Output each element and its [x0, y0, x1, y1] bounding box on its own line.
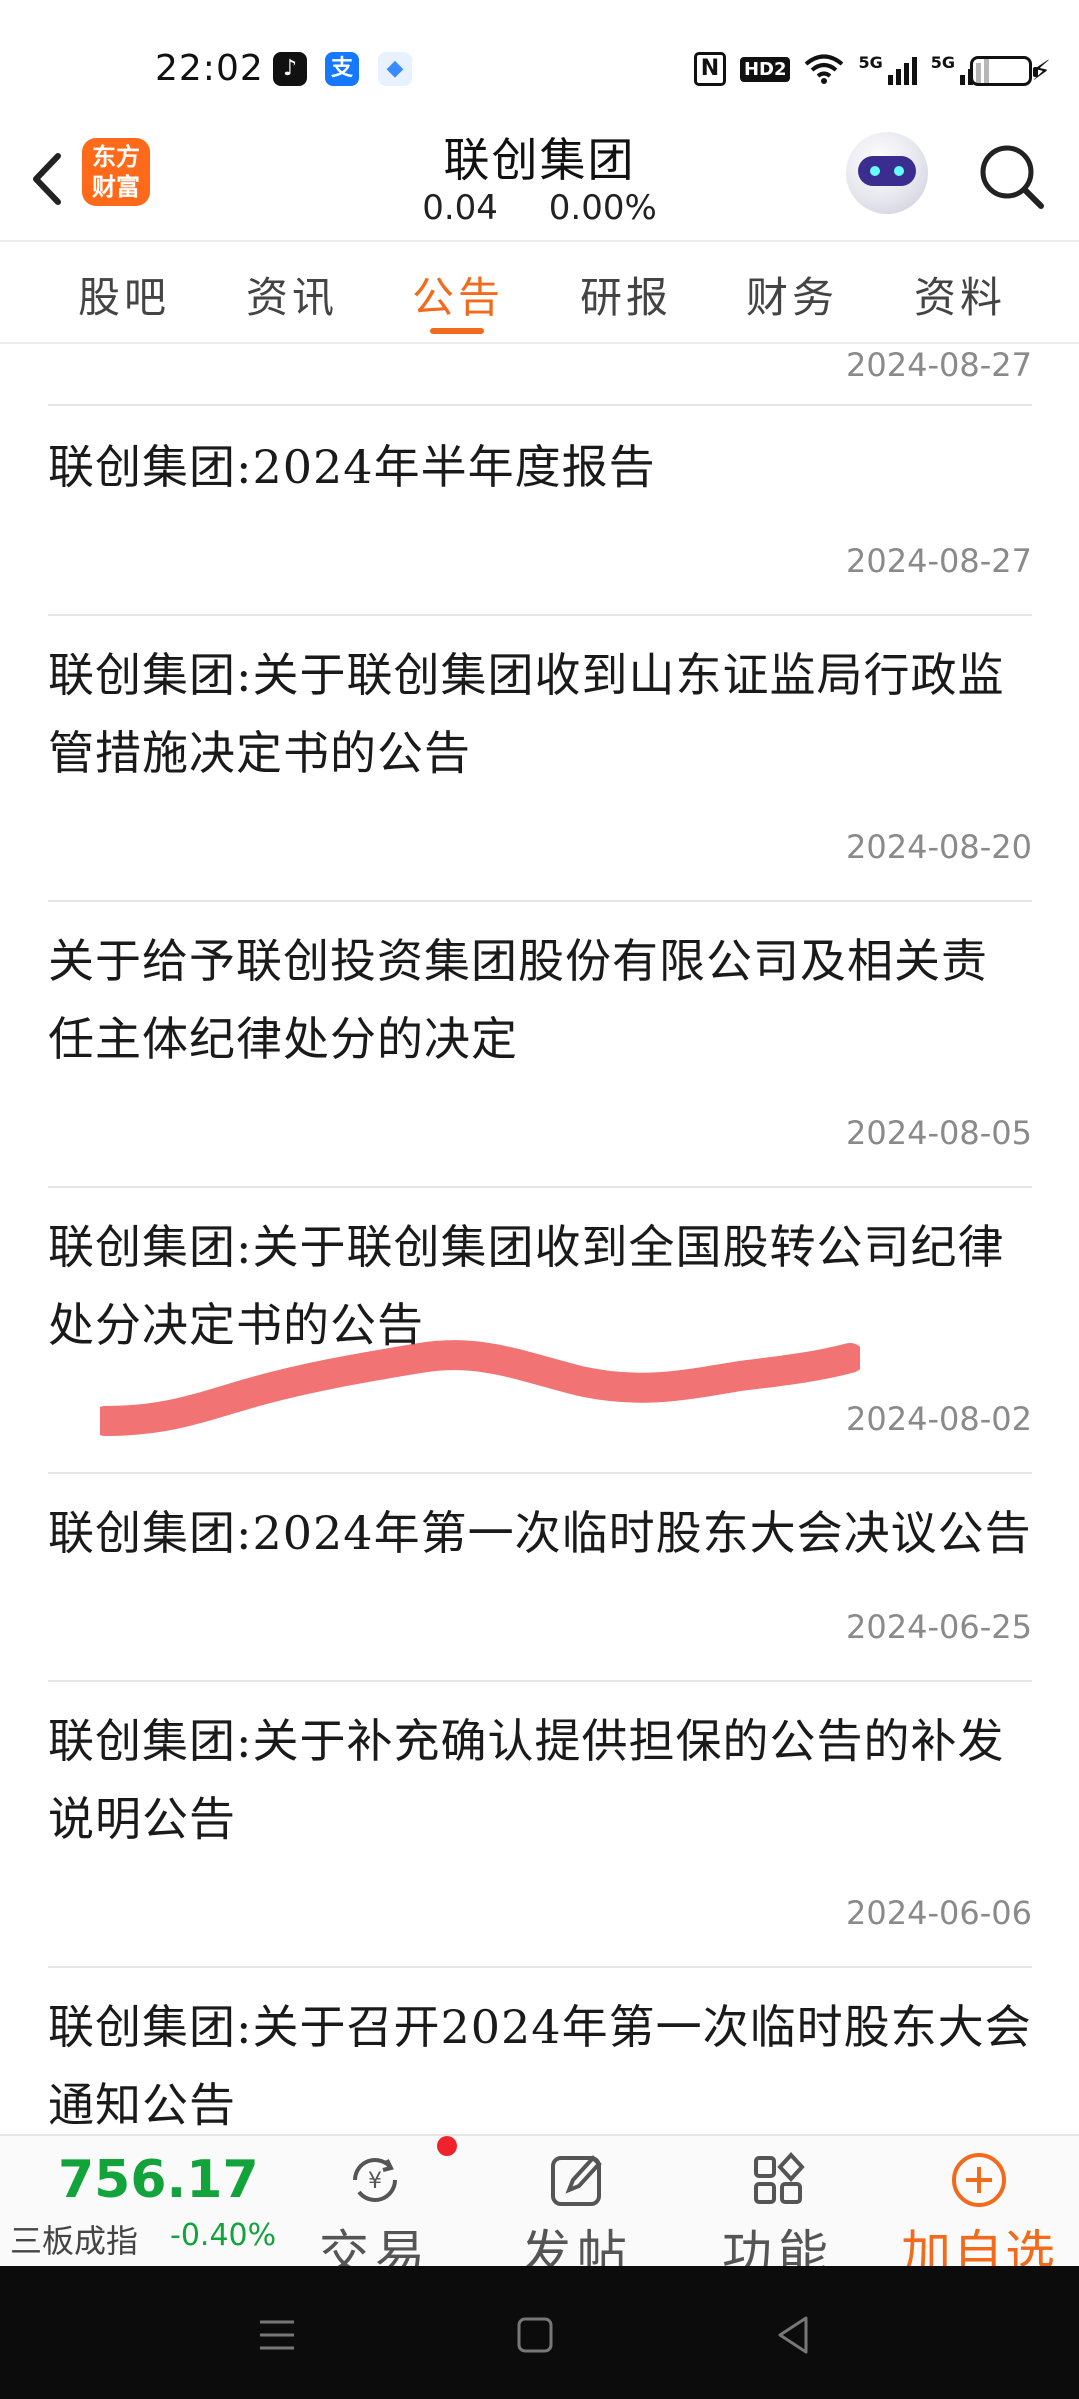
ai-robot-icon[interactable]	[846, 132, 928, 214]
home-icon[interactable]	[510, 2310, 560, 2360]
menu-icon[interactable]	[252, 2310, 302, 2360]
signal-icon-1: 5G	[858, 53, 917, 85]
notification-dot	[437, 2136, 457, 2156]
list-item[interactable]: 联创集团:关于联创集团收到全国股转公司纪律处分决定书的公告 2024-08-02	[48, 1188, 1032, 1474]
item-title: 联创集团:2024年第一次临时股东大会决议公告	[48, 1506, 1032, 1560]
charging-icon: ⚡	[1031, 54, 1051, 87]
status-bar: 22:02 ♪ 支 ◆ N HD2 5G 5G ⚡	[0, 0, 1079, 110]
battery-icon	[970, 56, 1038, 86]
announcement-list: 2024-08-27 联创集团:2024年半年度报告 2024-08-27 联创…	[0, 346, 1079, 2134]
network-label-1: 5G	[858, 53, 883, 72]
bottom-toolbar: 756.17 三板成指 -0.40% ¥ 交易 发帖 功能 加自选	[0, 2134, 1079, 2283]
item-title: 联创集团:关于联创集团收到山东证监局行政监管措施决定书的公告	[48, 648, 1005, 780]
tab-news[interactable]: 资讯	[246, 264, 338, 325]
index-name: 三板成指	[10, 2222, 139, 2260]
trade-button[interactable]: ¥ 交易	[300, 2136, 450, 2283]
item-date: 2024-08-02	[846, 1400, 1032, 1438]
tab-announcements[interactable]: 公告	[412, 264, 504, 325]
list-item[interactable]: 联创集团:关于补充确认提供担保的公告的补发说明公告 2024-06-06	[48, 1682, 1032, 1968]
stock-change: 0.00%	[548, 188, 657, 228]
functions-button[interactable]: 功能	[703, 2136, 853, 2283]
item-date: 2024-08-20	[846, 828, 1032, 866]
post-button[interactable]: 发帖	[502, 2136, 652, 2283]
stock-header: 东方财富 联创集团 0.04 0.00%	[0, 110, 1079, 240]
tab-profile[interactable]: 资料	[914, 264, 1006, 325]
item-title: 联创集团:关于补充确认提供担保的公告的补发说明公告	[48, 1714, 1005, 1846]
svg-text:¥: ¥	[368, 2169, 382, 2194]
tab-guba[interactable]: 股吧	[78, 264, 170, 325]
search-icon[interactable]	[975, 140, 1047, 212]
tab-finance[interactable]: 财务	[746, 264, 838, 325]
item-title: 联创集团:2024年半年度报告	[48, 440, 656, 494]
wifi-icon	[805, 54, 844, 84]
hd-icon: HD2	[739, 56, 791, 82]
active-tab-indicator	[430, 328, 484, 334]
edit-icon	[551, 2155, 602, 2206]
grid-icon	[754, 2152, 805, 2204]
item-date: 2024-08-05	[846, 1114, 1032, 1152]
list-item[interactable]: 联创集团:2024年第一次临时股东大会决议公告 2024-06-25	[48, 1474, 1032, 1682]
item-date: 2024-06-06	[846, 1894, 1032, 1932]
nfc-icon: N	[693, 52, 726, 86]
index-change: -0.40%	[170, 2218, 277, 2253]
back-nav-icon[interactable]	[768, 2310, 818, 2360]
tab-bar: 股吧 资讯 公告 研报 财务 资料	[0, 240, 1079, 344]
app-notification-icon: ◆	[378, 52, 412, 86]
item-date: 2024-06-25	[846, 1608, 1032, 1646]
stock-price: 0.04	[422, 188, 498, 228]
yen-cycle-icon: ¥	[353, 2158, 397, 2202]
item-date: 2024-08-27	[846, 346, 1032, 384]
list-item[interactable]: 2024-08-27	[48, 346, 1032, 406]
status-icons: N HD2 5G 5G	[693, 52, 989, 86]
system-nav-bar	[0, 2266, 1079, 2399]
tiktok-icon: ♪	[273, 52, 307, 86]
item-date: 2024-08-27	[846, 542, 1032, 580]
index-value[interactable]: 756.17	[58, 2150, 259, 2210]
add-watchlist-button[interactable]: 加自选	[901, 2136, 1055, 2283]
item-title: 联创集团:关于联创集团收到全国股转公司纪律处分决定书的公告	[48, 1220, 1005, 1352]
item-title: 关于给予联创投资集团股份有限公司及相关责任主体纪律处分的决定	[48, 934, 988, 1066]
item-title: 联创集团:关于召开2024年第一次临时股东大会通知公告	[48, 2000, 1032, 2132]
robot-face	[858, 156, 916, 186]
list-item[interactable]: 联创集团:关于联创集团收到山东证监局行政监管措施决定书的公告 2024-08-2…	[48, 616, 1032, 902]
list-item[interactable]: 联创集团:2024年半年度报告 2024-08-27	[48, 408, 1032, 616]
status-time: 22:02	[155, 48, 264, 89]
list-item[interactable]: 关于给予联创投资集团股份有限公司及相关责任主体纪律处分的决定 2024-08-0…	[48, 902, 1032, 1188]
network-label-2: 5G	[930, 53, 955, 72]
tab-research[interactable]: 研报	[580, 264, 672, 325]
alipay-icon: 支	[325, 52, 359, 86]
plus-circle-icon	[952, 2153, 1006, 2207]
list-item[interactable]: 联创集团:关于召开2024年第一次临时股东大会通知公告	[48, 1968, 1032, 2134]
